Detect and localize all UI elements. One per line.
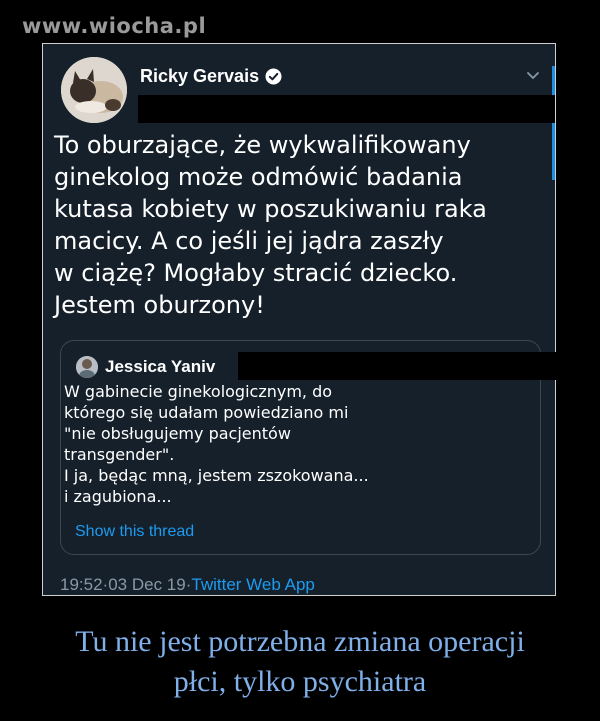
redacted-handle-bar — [138, 95, 555, 123]
meme-caption: Tu nie jest potrzebna zmiana operacji pł… — [75, 625, 525, 698]
quote-body-text: W gabinecie ginekologicznym, do którego … — [64, 382, 369, 506]
cat-avatar-image — [61, 57, 127, 123]
author-name[interactable]: Ricky Gervais — [140, 66, 259, 87]
chevron-down-icon[interactable] — [525, 67, 541, 80]
author-avatar[interactable] — [61, 57, 127, 123]
tweet-source-link[interactable]: Twitter Web App — [191, 573, 314, 597]
tweet-date[interactable]: 03 Dec 19 — [108, 573, 186, 597]
verified-badge-icon — [265, 68, 282, 85]
site-watermark: www.wiocha.pl — [22, 14, 207, 38]
quote-author-avatar — [76, 356, 98, 378]
scrollbar-accent — [552, 66, 555, 180]
tweet-body-text: To oburzające, że wykwalifikowany gineko… — [54, 131, 487, 319]
redacted-quote-handle-bar — [238, 352, 556, 380]
tweet-meta-row: 19:52 · 03 Dec 19 · Twitter Web App — [60, 573, 315, 597]
quote-author-name[interactable]: Jessica Yaniv — [105, 355, 215, 379]
tweet-time[interactable]: 19:52 — [60, 573, 103, 597]
show-thread-link[interactable]: Show this thread — [75, 521, 194, 543]
author-name-row: Ricky Gervais — [140, 64, 282, 88]
